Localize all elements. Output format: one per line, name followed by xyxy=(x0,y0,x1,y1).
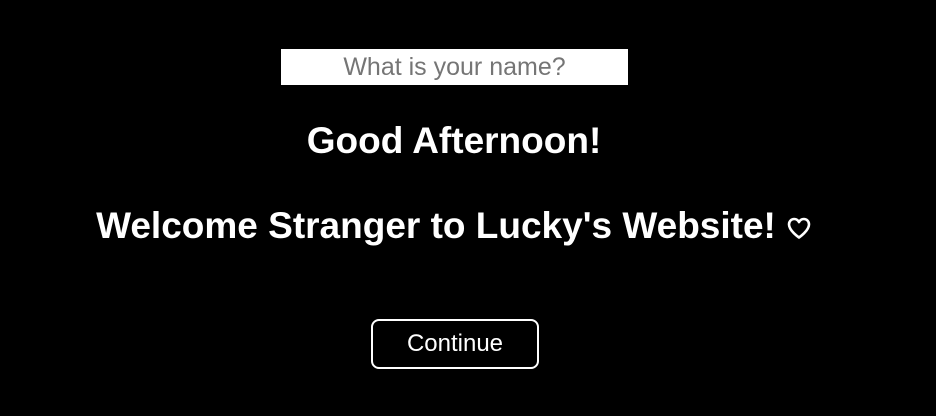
welcome-text: Welcome Stranger to Lucky's Website! xyxy=(96,205,776,246)
welcome-heading: Welcome Stranger to Lucky's Website! xyxy=(0,204,908,248)
continue-button[interactable]: Continue xyxy=(371,319,539,369)
welcome-page: Good Afternoon! Welcome Stranger to Luck… xyxy=(0,0,936,416)
greeting-heading: Good Afternoon! xyxy=(306,120,602,161)
heart-outline-icon xyxy=(787,217,811,239)
name-input[interactable] xyxy=(281,49,628,85)
